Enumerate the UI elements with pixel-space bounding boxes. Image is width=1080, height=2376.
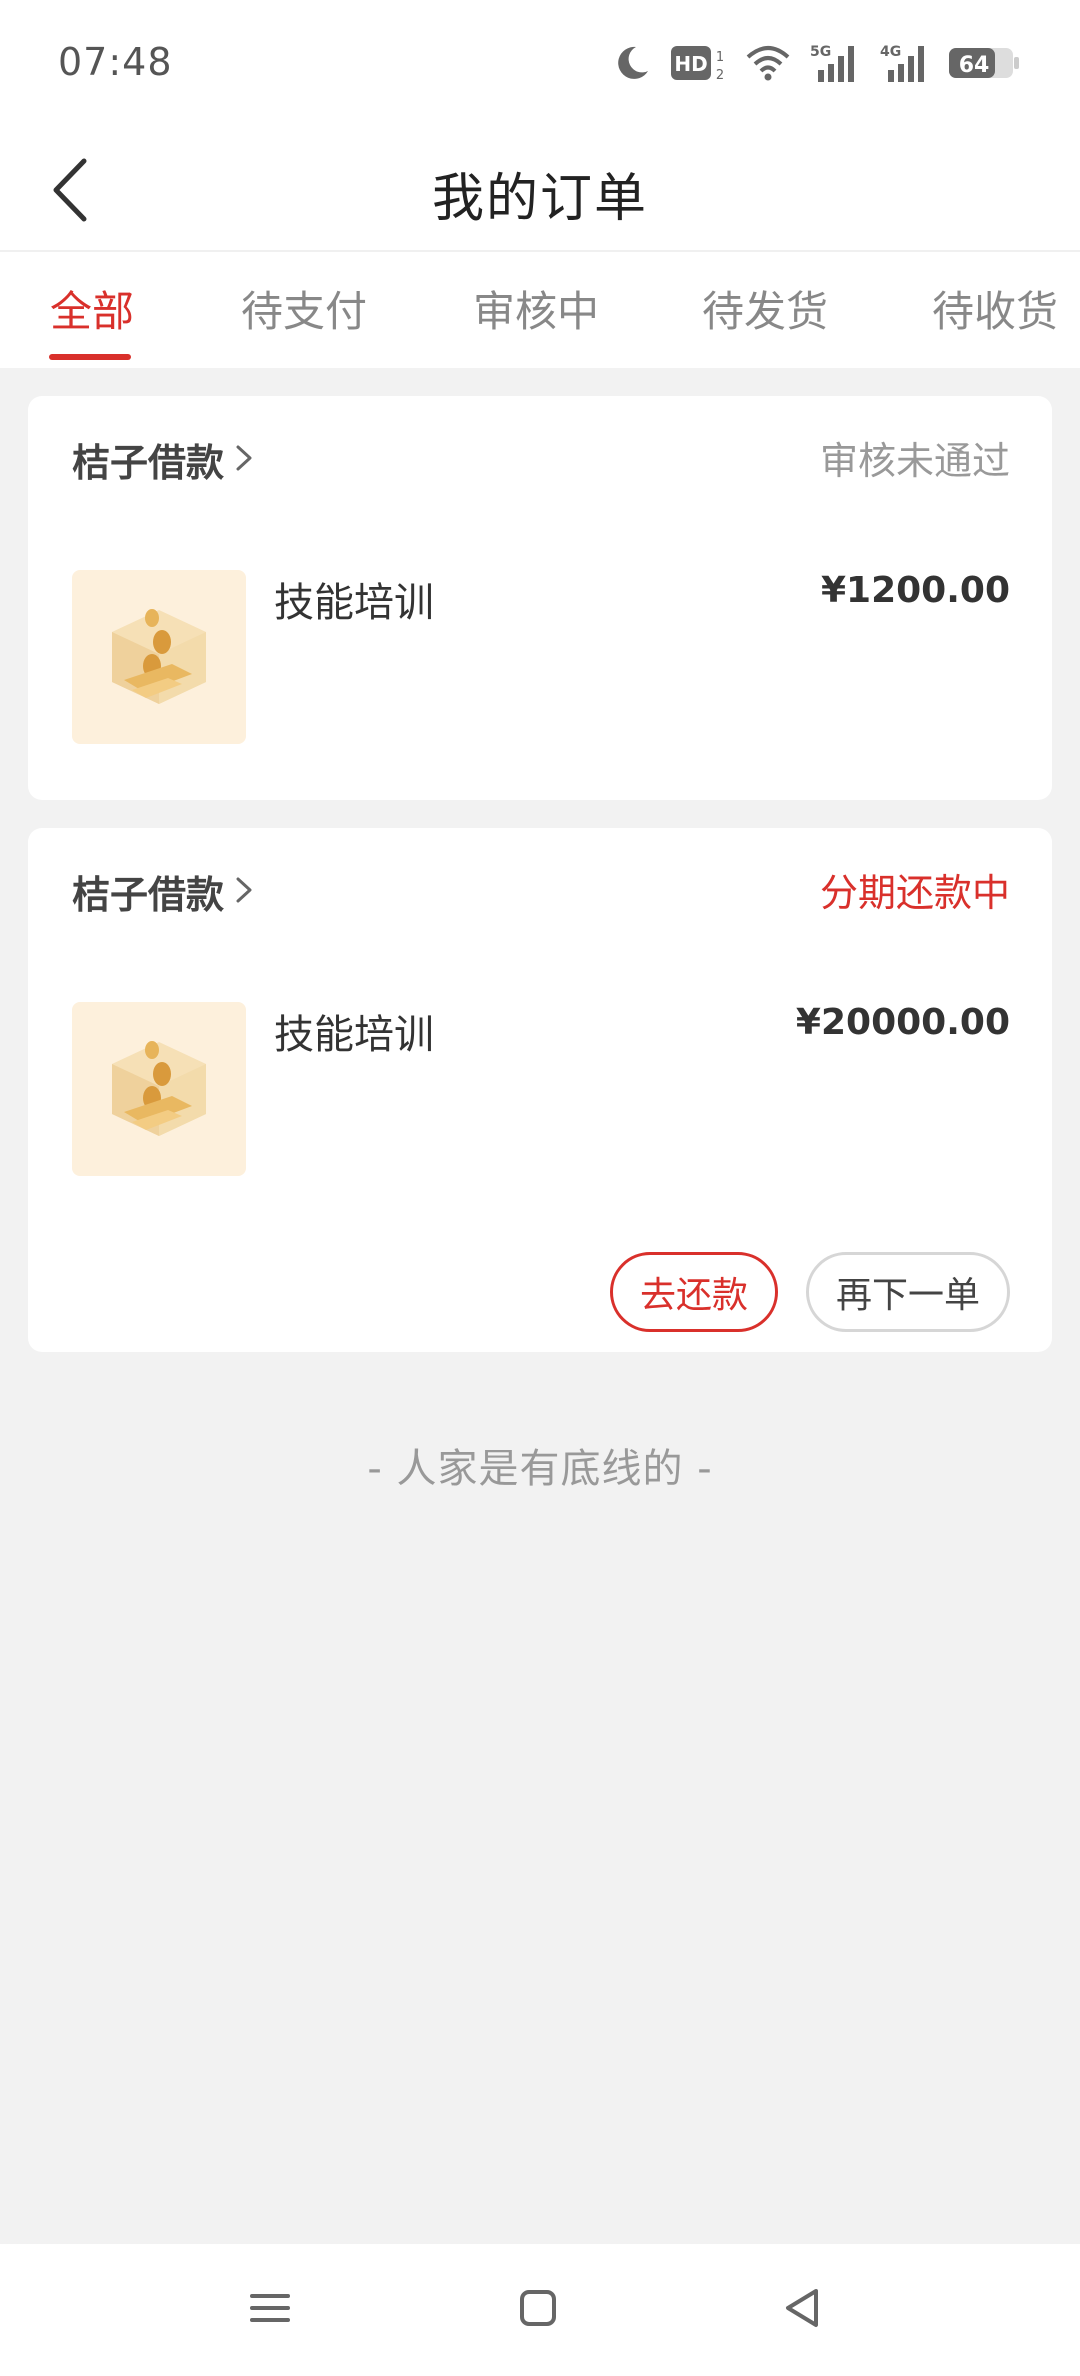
tab-pending-payment[interactable]: 待支付: [241, 278, 367, 339]
order-card[interactable]: 桔子借款 分期还款中 技能培训 ¥20000.00 去还款 再下一单: [28, 828, 1052, 1352]
back-icon: [782, 2287, 822, 2333]
status-icons: HD 1 2 5G 4G 64: [612, 38, 1020, 88]
shop-link[interactable]: 桔子借款: [72, 432, 254, 487]
wifi-icon: [746, 43, 790, 83]
coin-box-icon: [112, 1041, 206, 1136]
battery-level: 64: [959, 53, 990, 78]
product-name: 技能培训: [274, 580, 434, 626]
svg-text:2: 2: [716, 68, 724, 83]
tab-active-indicator: [49, 354, 131, 360]
tab-pending-receipt[interactable]: 待收货: [932, 278, 1058, 339]
menu-icon: [250, 2288, 290, 2332]
signal-5g-icon: 5G: [808, 42, 860, 84]
page-title: 我的订单: [431, 169, 648, 229]
product-price: ¥1200.00: [820, 570, 1010, 611]
shop-name: 桔子借款: [72, 873, 225, 917]
hd-label: HD: [674, 52, 707, 76]
tab-all[interactable]: 全部: [50, 278, 134, 339]
signal-4g-icon: 4G: [878, 42, 930, 84]
system-nav-bar: [0, 2244, 1080, 2376]
label-5g: 5G: [810, 44, 831, 60]
tab-pending-shipment[interactable]: 待发货: [702, 278, 828, 339]
chevron-right-icon: [234, 443, 254, 477]
tab-bar: 全部 待支付 审核中 待发货 待收货: [0, 252, 1080, 368]
repay-button[interactable]: 去还款: [610, 1252, 778, 1332]
status-time: 07:48: [58, 40, 173, 84]
product-thumbnail[interactable]: [72, 1002, 246, 1176]
reorder-button[interactable]: 再下一单: [806, 1252, 1010, 1332]
shop-name: 桔子借款: [72, 441, 225, 485]
label-4g: 4G: [880, 44, 901, 60]
moon-icon: [612, 43, 652, 83]
product-name: 技能培训: [274, 1012, 434, 1058]
product-price: ¥20000.00: [795, 1002, 1010, 1043]
chevron-right-icon: [234, 875, 254, 909]
home-button[interactable]: [508, 2280, 568, 2340]
tab-under-review[interactable]: 审核中: [473, 278, 599, 339]
hd-icon: HD 1 2: [670, 43, 728, 83]
coin-box-icon: [112, 609, 206, 704]
battery-icon: 64: [948, 43, 1020, 83]
order-status: 审核未通过: [819, 439, 1010, 483]
back-nav-button[interactable]: [772, 2280, 832, 2340]
end-of-list-note: - 人家是有底线的 -: [367, 1446, 713, 1492]
home-icon: [518, 2288, 558, 2332]
shop-link[interactable]: 桔子借款: [72, 864, 254, 919]
product-thumbnail[interactable]: [72, 570, 246, 744]
header: 我的订单: [0, 130, 1080, 252]
order-card[interactable]: 桔子借款 审核未通过 技能培训 ¥1200.00: [28, 396, 1052, 800]
svg-text:1: 1: [716, 50, 724, 65]
status-bar: 07:48 HD 1 2 5G 4G 64: [0, 0, 1080, 130]
order-status: 分期还款中: [819, 871, 1010, 915]
menu-button[interactable]: [240, 2280, 300, 2340]
